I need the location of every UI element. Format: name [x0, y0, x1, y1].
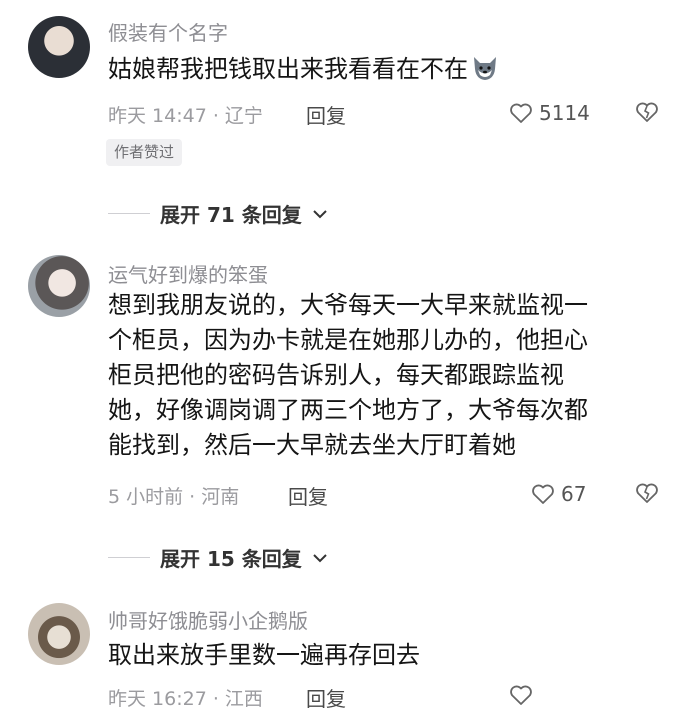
comment-username[interactable]: 帅哥好饿脆弱小企鹅版	[108, 605, 308, 634]
comment-text: 姑娘帮我把钱取出来我看看在不在	[108, 55, 468, 83]
dislike-button[interactable]	[635, 482, 659, 508]
like-count: 5114	[539, 101, 590, 125]
broken-heart-icon	[636, 102, 658, 122]
reply-button[interactable]: 回复	[288, 481, 328, 510]
heart-outline-icon	[532, 484, 554, 504]
comment-meta: 5 小时前 · 河南	[108, 486, 240, 508]
chevron-down-icon	[313, 209, 327, 218]
heart-outline-icon	[510, 103, 532, 123]
dislike-button[interactable]	[635, 101, 659, 127]
divider	[108, 213, 150, 214]
wolf-emoji-icon	[474, 57, 496, 80]
avatar[interactable]	[28, 16, 90, 78]
comment-username[interactable]: 运气好到爆的笨蛋	[108, 259, 268, 288]
reply-button[interactable]: 回复	[306, 100, 346, 129]
comment-text-line: 个柜员，因为办卡就是在她那儿办的，他担心	[108, 326, 588, 354]
comment-text-line: 想到我朋友说的，大爷每天一大早来就监视一	[108, 291, 588, 319]
comment-content: 取出来放手里数一遍再存回去	[108, 641, 420, 669]
author-liked-badge: 作者赞过	[106, 139, 183, 166]
comment-text-line: 能找到，然后一大早就去坐大厅盯着她	[108, 431, 516, 459]
like-button[interactable]: 5114	[509, 101, 590, 125]
expand-replies-label: 展开 71 条回复	[160, 203, 302, 227]
avatar[interactable]	[28, 255, 90, 317]
divider	[108, 557, 150, 558]
reply-button[interactable]: 回复	[306, 683, 346, 712]
comment-meta: 昨天 14:47 · 辽宁	[108, 105, 263, 127]
comment-content: 想到我朋友说的，大爷每天一大早来就监视一 个柜员，因为办卡就是在她那儿办的，他担…	[108, 288, 648, 463]
comment-text-line: 她，好像调岗调了两三个地方了，大爷每次都	[108, 396, 588, 424]
comment-content: 姑娘帮我把钱取出来我看看在不在	[108, 52, 648, 87]
comment-text-line: 柜员把他的密码告诉别人，每天都跟踪监视	[108, 361, 564, 389]
heart-outline-icon	[510, 685, 532, 705]
expand-replies-button[interactable]: 展开 15 条回复	[108, 543, 328, 572]
expand-replies-button[interactable]: 展开 71 条回复	[108, 199, 328, 228]
chevron-down-icon	[313, 553, 327, 562]
watermark-overlay	[535, 680, 685, 707]
like-button[interactable]: 67	[531, 482, 586, 506]
like-button[interactable]	[509, 684, 533, 706]
expand-replies-label: 展开 15 条回复	[160, 547, 302, 571]
comment-username[interactable]: 假装有个名字	[108, 17, 228, 46]
avatar[interactable]	[28, 603, 90, 665]
like-count: 67	[561, 482, 587, 506]
broken-heart-icon	[636, 483, 658, 503]
